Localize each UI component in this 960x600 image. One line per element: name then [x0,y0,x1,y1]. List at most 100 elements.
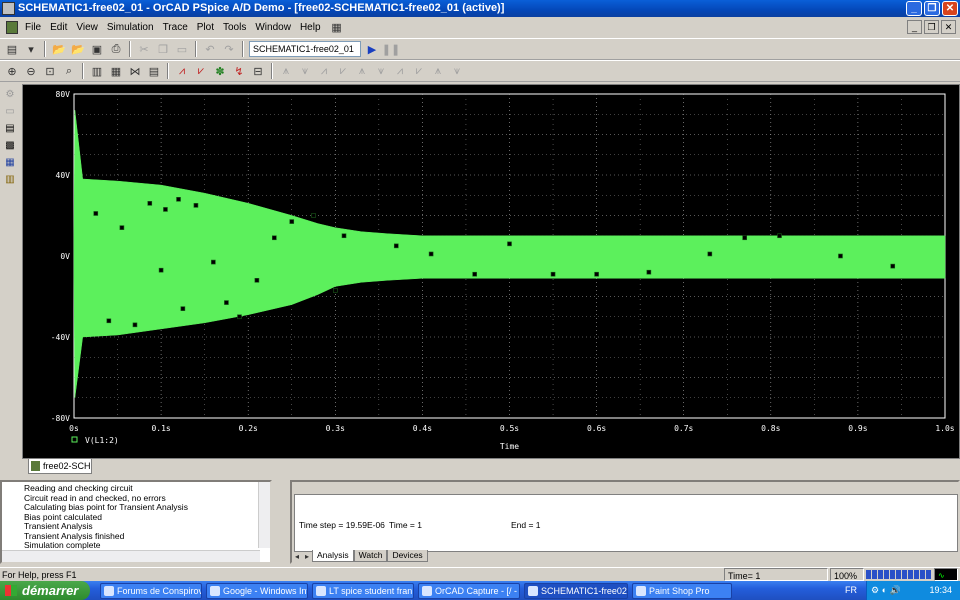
tab-devices[interactable]: Devices [387,550,428,562]
cursor-search-icon[interactable]: ⩘ [392,63,408,79]
time-value: Time = 1 [389,520,422,530]
minimize-button[interactable]: _ [906,1,922,16]
series-marker [180,306,186,311]
cursor-peak-icon[interactable]: ⩚ [278,63,294,79]
paste-icon[interactable]: ▭ [174,41,190,57]
language-indicator[interactable]: FR [845,581,857,600]
taskbar-item-active[interactable]: SCHEMATIC1-free02... [524,583,628,599]
menu-view[interactable]: View [75,22,99,33]
cut-icon[interactable]: ✂ [136,41,152,57]
y-tick-label: 40V [56,171,71,180]
cursor-max-icon[interactable]: ⩚ [354,63,370,79]
close-button[interactable]: ✕ [942,1,958,16]
doc-close-button[interactable]: ✕ [941,20,956,34]
probe-icon[interactable]: ▩ [3,139,17,153]
text-label-icon[interactable]: ↯ [231,63,247,79]
redo-icon[interactable]: ↷ [221,41,237,57]
zoom-in-icon[interactable]: ⊕ [4,63,20,79]
probe-activity-icon: ∿ [934,568,958,581]
x-tick-label: 0.2s [239,424,258,433]
copy-icon[interactable]: ❐ [155,41,171,57]
cursor-min-icon[interactable]: ⩗ [335,63,351,79]
open-folder-icon[interactable]: 📂 [51,41,67,57]
help-context-icon[interactable]: ▦ [329,20,345,36]
y-tick-label: 0V [60,252,70,261]
taskbar-item[interactable]: OrCAD Capture - [/ - ... [418,583,520,599]
log-y-icon[interactable]: ▤ [146,63,162,79]
maximize-button[interactable]: ❐ [924,1,940,16]
mark-label-icon[interactable]: ⩚ [430,63,446,79]
waveform-chart[interactable]: 80V 40V 0V -40V -80V0s 0.1s 0.2s 0.3s 0.4s 0.5s 0.… [23,85,959,459]
tab-right-arrow-icon[interactable]: ▸ [302,548,312,564]
sim-settings-icon[interactable]: ▤ [3,122,17,136]
save-icon[interactable]: ▣ [89,41,105,57]
probe-plot-window[interactable]: 80V 40V 0V -40V -80V 0s 0.1s 0.2s 0.3s 0.4s 0.5s 0.… [22,84,960,460]
menu-edit[interactable]: Edit [49,22,68,33]
series-marker [106,318,112,324]
output-file-icon[interactable]: ▦ [3,156,17,170]
document-icon [6,21,18,34]
output-horizontal-scrollbar[interactable] [2,550,260,562]
menu-window[interactable]: Window [254,22,292,33]
settings-icon[interactable]: ⚙ [3,88,17,102]
open-file-icon[interactable]: 📂 [70,41,86,57]
menu-file[interactable]: File [24,22,42,33]
end-value: End = 1 [511,520,541,530]
series-marker [224,300,229,305]
zoom-fit-icon[interactable]: ⌕ [61,63,77,79]
tab-document[interactable]: free02-SCHE... [28,459,92,474]
browser-icon [104,586,114,596]
cursor-icon[interactable]: ⊟ [250,63,266,79]
eval-goal-icon[interactable]: ⩗ [193,63,209,79]
performance-icon[interactable]: ⋈ [127,63,143,79]
taskbar-item[interactable]: Paint Shop Pro [632,583,732,599]
taskbar-item[interactable]: Google - Windows Int... [206,583,308,599]
add-trace-icon[interactable]: ⩘ [174,63,190,79]
print-icon[interactable]: ⎙ [108,41,124,57]
series-marker [237,314,242,320]
tab-analysis[interactable]: Analysis [312,550,354,562]
series-marker [594,271,599,277]
marker-icon[interactable]: ✽ [212,63,228,79]
taskbar-item[interactable]: Forums de Conspirov... [100,583,202,599]
zoom-area-icon[interactable]: ⊡ [42,63,58,79]
dropdown-arrow-icon[interactable]: ▾ [23,41,39,57]
menu-plot[interactable]: Plot [196,22,215,33]
x-tick-label: 0.7s [674,424,693,433]
doc-minimize-button[interactable]: _ [907,20,922,34]
new-icon[interactable]: ▤ [4,41,20,57]
menu-tools[interactable]: Tools [222,22,247,33]
cursor-trough-icon[interactable]: ⩛ [297,63,313,79]
doc-restore-button[interactable]: ❐ [924,20,939,34]
series-marker [193,203,199,208]
x-tick-label: 0s [69,424,79,433]
tab-left-arrow-icon[interactable]: ◂ [292,548,302,564]
series-marker [646,269,652,275]
pspice-icon [528,586,538,596]
taskbar-item[interactable]: LT spice student fran... [312,583,414,599]
output-vertical-scrollbar[interactable] [258,482,270,548]
zoom-out-icon[interactable]: ⊖ [23,63,39,79]
pause-icon[interactable]: ❚❚ [382,41,400,57]
start-button[interactable]: démarrer [0,581,90,600]
sim-results-icon[interactable]: ▥ [3,173,17,187]
log-x-icon[interactable]: ▥ [89,63,105,79]
cursor-slope-icon[interactable]: ⩘ [316,63,332,79]
menu-simulation[interactable]: Simulation [106,22,155,33]
cursor-next-icon[interactable]: ⩗ [411,63,427,79]
layout-icon[interactable]: ▭ [3,105,17,119]
series-marker [254,278,260,283]
cursor-point-icon[interactable]: ⩛ [373,63,389,79]
plot-doc-icon [31,461,40,471]
tab-watch[interactable]: Watch [353,550,388,562]
mark-data-icon[interactable]: ⩛ [449,63,465,79]
undo-icon[interactable]: ↶ [202,41,218,57]
output-window[interactable]: Reading and checking circuit Circuit rea… [0,480,272,564]
system-tray: FR ⚙ ◐ 🔊 19:34 [845,581,960,600]
fourier-icon[interactable]: ▦ [108,63,124,79]
menu-help[interactable]: Help [299,22,322,33]
series-marker [211,259,216,265]
simulation-profile-select[interactable]: SCHEMATIC1-free02_01 [249,41,361,57]
run-icon[interactable]: ▶ [364,41,380,57]
menu-trace[interactable]: Trace [162,22,189,33]
